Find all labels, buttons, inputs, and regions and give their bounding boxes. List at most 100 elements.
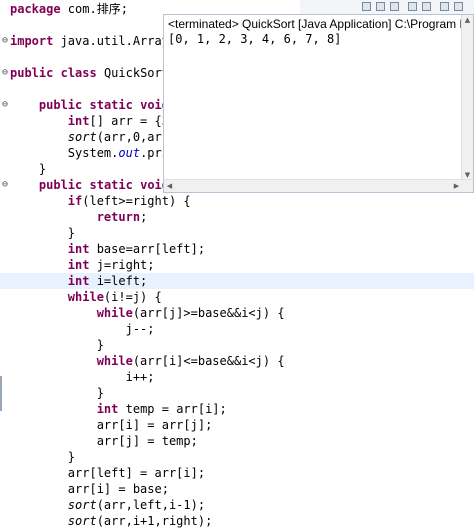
console-vertical-scrollbar[interactable]: ▲ ▼	[461, 15, 473, 181]
fold-toggle-icon[interactable]: ⊖	[0, 97, 10, 113]
word-wrap-icon[interactable]	[390, 2, 399, 11]
code-line[interactable]: }	[0, 225, 474, 241]
fold-toggle-icon[interactable]: ⊖	[0, 33, 10, 49]
code-token: i=left;	[89, 274, 148, 288]
scroll-left-icon[interactable]: ◀	[165, 181, 174, 191]
console-output: [0, 1, 2, 3, 4, 6, 7, 8]	[168, 32, 342, 46]
scroll-right-icon[interactable]: ▶	[452, 181, 461, 191]
code-token: 排序	[96, 2, 121, 16]
code-token: (arr,left,i-1);	[96, 498, 206, 512]
code-line[interactable]: arr[left] = arr[i];	[0, 465, 474, 481]
code-line[interactable]: int temp = arr[i];	[0, 401, 474, 417]
code-token: arr[j] = temp;	[10, 434, 198, 448]
code-token: while	[96, 354, 133, 368]
code-line[interactable]: }	[0, 385, 474, 401]
code-token: arr[left] = arr[i];	[10, 466, 206, 480]
console-title: <terminated> QuickSort [Java Application…	[168, 17, 473, 31]
code-token: base=arr[left];	[89, 242, 206, 256]
scroll-lock-icon[interactable]	[376, 2, 385, 11]
code-token: package	[10, 2, 61, 16]
code-token: }	[10, 338, 104, 352]
clear-console-icon[interactable]	[362, 2, 371, 11]
code-token: }	[10, 450, 76, 464]
scroll-up-icon[interactable]: ▲	[463, 16, 472, 25]
code-token: j=right;	[89, 258, 155, 272]
code-line[interactable]: sort(arr,left,i-1);	[0, 497, 474, 513]
code-line[interactable]: }	[0, 337, 474, 353]
gutter-marker	[0, 376, 2, 411]
code-token: int	[96, 402, 119, 416]
code-token: sort	[67, 130, 97, 144]
code-token: arr[i] = arr[j];	[10, 418, 213, 432]
code-token: System.	[10, 146, 119, 160]
code-token: j--;	[10, 322, 155, 336]
code-token: }	[10, 386, 104, 400]
console-horizontal-scrollbar[interactable]: ◀ ▶	[164, 179, 473, 192]
code-token: out	[118, 146, 141, 160]
code-token: class	[60, 66, 97, 80]
code-token: int	[67, 114, 90, 128]
code-line[interactable]: int j=right;	[0, 257, 474, 273]
fold-toggle-icon[interactable]: ⊖	[0, 177, 10, 193]
code-line[interactable]: arr[i] = base;	[0, 481, 474, 497]
code-token: int	[67, 258, 90, 272]
code-token: return	[96, 210, 141, 224]
code-line[interactable]: while(arr[j]>=base&&i<j) {	[0, 305, 474, 321]
code-line[interactable]: int base=arr[left];	[0, 241, 474, 257]
open-console-icon[interactable]	[440, 2, 449, 11]
code-line[interactable]: sort(arr,i+1,right);	[0, 513, 474, 529]
code-token: while	[96, 306, 133, 320]
code-token: int	[67, 242, 90, 256]
code-token: }	[10, 226, 76, 240]
code-line[interactable]: arr[j] = temp;	[0, 433, 474, 449]
code-token: if	[67, 194, 83, 208]
code-line[interactable]: if(left>=right) {	[0, 193, 474, 209]
display-console-icon[interactable]	[422, 2, 431, 11]
code-line[interactable]: i++;	[0, 369, 474, 385]
pin-console-icon[interactable]	[408, 2, 417, 11]
minimize-icon[interactable]	[454, 2, 463, 11]
code-line[interactable]: while(arr[i]<=base&&i<j) {	[0, 353, 474, 369]
code-token: (i!=j) {	[103, 290, 162, 304]
console-view[interactable]: <terminated> QuickSort [Java Application…	[163, 14, 474, 193]
console-toolbar	[300, 0, 474, 14]
code-token: }	[10, 162, 47, 176]
code-line[interactable]: while(i!=j) {	[0, 289, 474, 305]
code-token: public	[38, 178, 83, 192]
fold-toggle-icon[interactable]: ⊖	[0, 65, 10, 81]
code-token: (left>=right) {	[82, 194, 191, 208]
code-line[interactable]: int i=left;	[0, 273, 474, 289]
code-line[interactable]: arr[i] = arr[j];	[0, 417, 474, 433]
code-token: int	[67, 274, 90, 288]
code-token: ;	[120, 2, 128, 16]
code-token: (arr,i+1,right);	[96, 514, 213, 528]
code-token: (arr[j]>=base&&i<j) {	[132, 306, 285, 320]
code-token: i++;	[10, 370, 155, 384]
code-token: ;	[140, 210, 148, 224]
code-line[interactable]: }	[0, 449, 474, 465]
code-line[interactable]: return;	[0, 209, 474, 225]
code-token: sort	[67, 514, 97, 528]
code-token: public	[38, 98, 83, 112]
code-line[interactable]: j--;	[0, 321, 474, 337]
code-token: static	[89, 98, 133, 112]
code-token: import	[10, 34, 54, 48]
code-token: temp = arr[i];	[118, 402, 227, 416]
code-token: public	[10, 66, 54, 80]
code-token: while	[67, 290, 104, 304]
